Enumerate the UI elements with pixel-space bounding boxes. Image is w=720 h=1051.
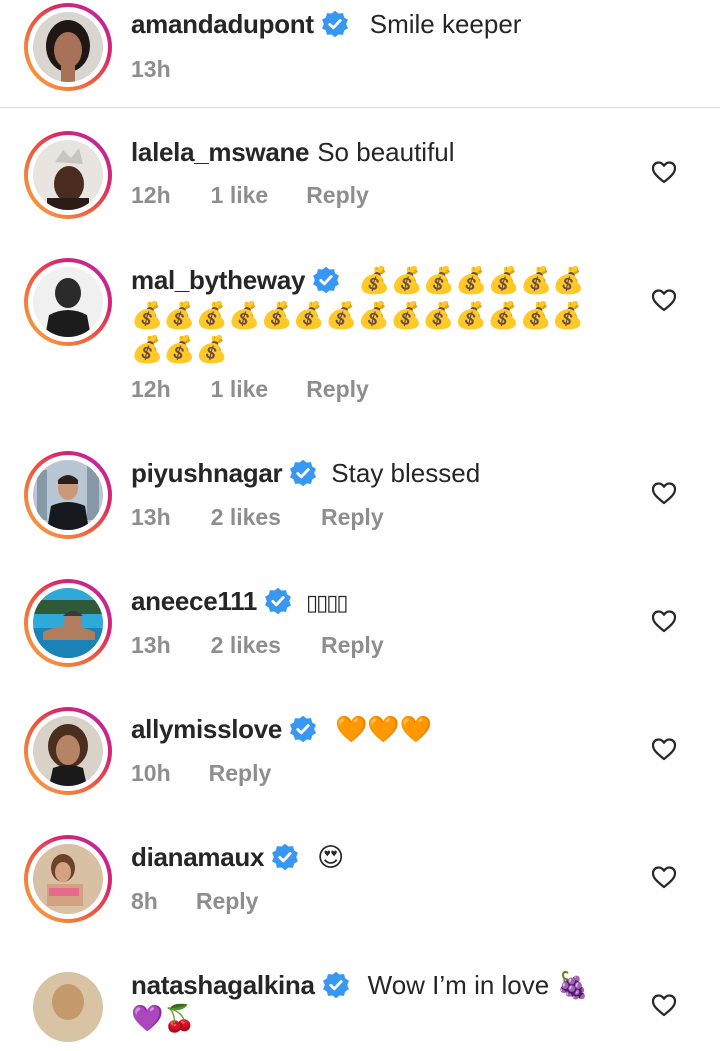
verified-badge-icon: [322, 971, 349, 999]
comment-meta: 13h 2 likes Reply: [131, 504, 384, 531]
reply-button[interactable]: Reply: [209, 760, 272, 787]
comment-line: mal_bytheway 💰💰💰💰💰💰💰: [131, 263, 585, 297]
comment-meta: 8h Reply: [131, 888, 258, 915]
comment-text-line2: 💰💰💰💰💰💰💰💰💰💰💰💰💰💰: [131, 300, 585, 330]
comment-text: 💰💰💰💰💰💰💰: [358, 265, 585, 295]
reply-button[interactable]: Reply: [306, 182, 369, 209]
timestamp: 8h: [131, 888, 158, 914]
comment-meta: 12h 1 like Reply: [131, 182, 369, 209]
likes-count[interactable]: 2 likes: [211, 632, 281, 659]
username[interactable]: aneece111: [131, 586, 257, 616]
comment-line: piyushnagar Stay blessed: [131, 456, 480, 490]
username[interactable]: piyushnagar: [131, 458, 283, 488]
comment-text: So beautiful: [317, 137, 455, 167]
post-caption: amandadupont Smile keeper 13h: [0, 0, 720, 108]
timestamp: 12h: [131, 376, 171, 402]
heart-outline-icon[interactable]: [651, 609, 677, 633]
reply-button[interactable]: Reply: [321, 632, 384, 659]
avatar[interactable]: [24, 258, 112, 346]
reply-button[interactable]: Reply: [196, 888, 259, 915]
timestamp: 13h: [131, 632, 171, 658]
comment-line: lalela_mswane So beautiful: [131, 135, 455, 169]
username[interactable]: amandadupont: [131, 9, 314, 39]
reply-button[interactable]: Reply: [321, 504, 384, 531]
reply-button[interactable]: Reply: [306, 376, 369, 403]
username[interactable]: dianamaux: [131, 842, 264, 872]
avatar[interactable]: [24, 3, 112, 91]
heart-outline-icon[interactable]: [651, 865, 677, 889]
likes-count[interactable]: 1 like: [211, 376, 269, 403]
comment-text: Stay blessed: [331, 458, 481, 488]
heart-outline-icon[interactable]: [651, 737, 677, 761]
heart-outline-icon[interactable]: [651, 993, 677, 1017]
username[interactable]: natashagalkina: [131, 970, 315, 1000]
verified-badge-icon: [321, 10, 348, 38]
timestamp: 13h: [131, 56, 171, 82]
likes-count[interactable]: 2 likes: [211, 504, 281, 531]
comment-text: 🧡🧡🧡: [335, 714, 433, 744]
username[interactable]: lalela_mswane: [131, 137, 310, 167]
caption-text: Smile keeper: [369, 9, 522, 39]
avatar[interactable]: [24, 707, 112, 795]
comment-line: aneece111 ▯▯▯▯: [131, 584, 348, 620]
comment-line: dianamaux 😍: [131, 840, 344, 874]
comment-meta: 13h 2 likes Reply: [131, 632, 384, 659]
verified-badge-icon: [290, 459, 317, 487]
comment-line: allymisslove 🧡🧡🧡: [131, 712, 432, 746]
heart-outline-icon[interactable]: [651, 288, 677, 312]
username[interactable]: mal_bytheway: [131, 265, 305, 295]
comment-line: natashagalkina Wow I’m in love 🍇: [131, 968, 589, 1002]
caption-line: amandadupont Smile keeper: [131, 7, 521, 41]
timestamp: 10h: [131, 760, 171, 786]
avatar[interactable]: [24, 835, 112, 923]
verified-badge-icon: [265, 587, 291, 615]
verified-badge-icon: [272, 843, 299, 871]
avatar[interactable]: [24, 451, 112, 539]
comment-meta: 10h Reply: [131, 760, 271, 787]
verified-badge-icon: [313, 266, 340, 294]
username[interactable]: allymisslove: [131, 714, 282, 744]
likes-count[interactable]: 1 like: [211, 182, 269, 209]
verified-badge-icon: [290, 715, 317, 743]
caption-meta: 13h: [131, 56, 171, 83]
comment-text: Wow I’m in love 🍇: [367, 970, 589, 1000]
comment-text-line3: 💰💰💰: [131, 334, 229, 364]
comment-text: ▯▯▯▯: [306, 590, 348, 615]
comment-text: 😍: [317, 842, 345, 872]
timestamp: 13h: [131, 504, 171, 530]
timestamp: 12h: [131, 182, 171, 208]
heart-outline-icon[interactable]: [651, 481, 677, 505]
avatar[interactable]: [24, 963, 112, 1051]
comment-text-line2: 💜🍒: [131, 1003, 196, 1033]
heart-outline-icon[interactable]: [651, 160, 677, 184]
comment-meta: 12h 1 like Reply: [131, 376, 369, 403]
avatar[interactable]: [24, 131, 112, 219]
avatar[interactable]: [24, 579, 112, 667]
